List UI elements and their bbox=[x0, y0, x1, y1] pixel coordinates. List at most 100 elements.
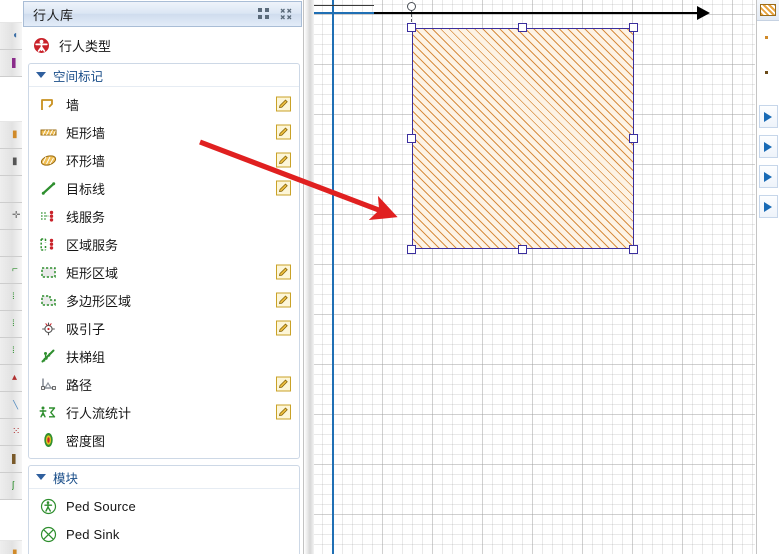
library-item-ped-flow-statistics[interactable]: 行人流统计 bbox=[29, 398, 299, 426]
property-section[interactable] bbox=[759, 105, 778, 128]
axis-y-line bbox=[332, 0, 334, 554]
resize-handle-se[interactable] bbox=[629, 245, 638, 254]
properties-panel-body bbox=[757, 21, 779, 218]
group-header[interactable]: 空间标记 bbox=[29, 64, 299, 87]
shape-fill[interactable] bbox=[412, 28, 634, 249]
strip-cell[interactable] bbox=[0, 176, 22, 203]
strip-cell[interactable]: ⁙ bbox=[0, 419, 22, 446]
chevron-down-icon[interactable] bbox=[36, 474, 46, 480]
library-item-target-line[interactable]: 目标线 bbox=[29, 174, 299, 202]
group-header[interactable]: 模块 bbox=[29, 466, 299, 489]
strip-cell[interactable]: ⁞ bbox=[0, 338, 22, 365]
edit-pencil-icon[interactable] bbox=[276, 124, 291, 140]
edit-pencil-icon[interactable] bbox=[276, 404, 291, 420]
library-item-density-map[interactable]: 密度图 bbox=[29, 426, 299, 454]
strip-cell[interactable]: ⌐ bbox=[0, 257, 22, 284]
strip-cell[interactable]: ╲ bbox=[0, 392, 22, 419]
partial-icon: ⁞ bbox=[12, 319, 15, 329]
rotation-handle[interactable] bbox=[407, 2, 416, 11]
library-item-line-service[interactable]: 线服务 bbox=[29, 202, 299, 230]
library-item-ped-sink[interactable]: Ped Sink bbox=[29, 520, 299, 548]
library-item-ped-source[interactable]: Ped Source bbox=[29, 492, 299, 520]
group-body: Ped Source Ped Sink bbox=[29, 489, 299, 554]
strip-cell[interactable]: ◖ bbox=[0, 23, 22, 50]
left-tool-strip[interactable]: ◖ ▌ ▮ ▮ ✛ ⌐ ⁞ ⁞ ⁞ ▴ ╲ ⁙ ▌ ʃ ▮ ▮ ▮ ● bbox=[0, 0, 23, 554]
chevron-right-icon[interactable] bbox=[764, 111, 772, 122]
edit-pencil-icon[interactable] bbox=[276, 152, 291, 168]
library-item-rect-area[interactable]: 矩形区域 bbox=[29, 258, 299, 286]
axis-x-guide bbox=[314, 5, 374, 6]
edit-pencil-icon[interactable] bbox=[276, 180, 291, 196]
strip-cell[interactable]: ▮ bbox=[0, 541, 22, 554]
collapse-icon[interactable] bbox=[280, 8, 292, 20]
edit-pencil-icon[interactable] bbox=[276, 376, 291, 392]
library-item-wall[interactable]: 墙 bbox=[29, 90, 299, 118]
strip-cell[interactable]: ▴ bbox=[0, 365, 22, 392]
library-item-label: 矩形墙 bbox=[66, 125, 106, 141]
strip-cell[interactable]: ▮ bbox=[0, 149, 22, 176]
wall-icon bbox=[39, 95, 57, 113]
chevron-right-icon[interactable] bbox=[764, 201, 772, 212]
library-item-label: Ped Source bbox=[66, 498, 136, 514]
library-item-label: 区域服务 bbox=[66, 237, 119, 253]
properties-icon bbox=[760, 4, 776, 16]
property-row[interactable] bbox=[765, 66, 779, 79]
property-row[interactable] bbox=[765, 31, 779, 44]
strip-cell[interactable] bbox=[0, 0, 22, 23]
strip-cell[interactable]: ⁞ bbox=[0, 311, 22, 338]
selected-rectangle-area[interactable] bbox=[407, 2, 638, 254]
library-item-attractor[interactable]: 吸引子 bbox=[29, 314, 299, 342]
strip-cell[interactable]: ʃ bbox=[0, 473, 22, 500]
strip-cell[interactable] bbox=[0, 77, 22, 122]
pedestrian-type-icon bbox=[32, 36, 50, 54]
library-item-polygon-area[interactable]: 多边形区域 bbox=[29, 286, 299, 314]
strip-cell[interactable]: ▌ bbox=[0, 446, 22, 473]
library-item-escalator-group[interactable]: 扶梯组 bbox=[29, 342, 299, 370]
partial-icon: ▮ bbox=[12, 130, 18, 140]
resize-handle-sw[interactable] bbox=[407, 245, 416, 254]
chevron-right-icon[interactable] bbox=[764, 171, 772, 182]
library-item-path[interactable]: 路径 bbox=[29, 370, 299, 398]
line-service-icon bbox=[39, 207, 57, 225]
library-item-ring-wall[interactable]: 环形墙 bbox=[29, 146, 299, 174]
resize-handle-s[interactable] bbox=[518, 245, 527, 254]
strip-cell[interactable]: ▮ bbox=[0, 122, 22, 149]
edit-pencil-icon[interactable] bbox=[276, 320, 291, 336]
resize-handle-e[interactable] bbox=[629, 134, 638, 143]
partial-icon: ⌐ bbox=[12, 265, 18, 275]
property-bullet bbox=[765, 36, 768, 39]
strip-cell[interactable]: ✛ bbox=[0, 203, 22, 230]
resize-handle-n[interactable] bbox=[518, 23, 527, 32]
strip-cell[interactable]: ⁞ bbox=[0, 284, 22, 311]
partial-icon: ▴ bbox=[12, 373, 18, 383]
resize-handle-ne[interactable] bbox=[629, 23, 638, 32]
property-section[interactable] bbox=[759, 195, 778, 218]
edit-pencil-icon[interactable] bbox=[276, 292, 291, 308]
chevron-down-icon[interactable] bbox=[36, 72, 46, 78]
pedestrian-library-panel: 行人库 行人类型 空间标记 墙 矩形墙 环形墙 目标线 线服务 区域服务 矩形区… bbox=[22, 0, 303, 554]
model-canvas[interactable]: CSDN @WSKH0929 bbox=[314, 0, 755, 554]
edit-pencil-icon[interactable] bbox=[276, 96, 291, 112]
library-item-label: 路径 bbox=[66, 377, 93, 393]
strip-cell[interactable] bbox=[0, 500, 22, 541]
property-section[interactable] bbox=[759, 135, 778, 158]
library-item-label: 行人类型 bbox=[59, 38, 112, 54]
chevron-right-icon[interactable] bbox=[764, 141, 772, 152]
library-item-label: 环形墙 bbox=[66, 153, 106, 169]
strip-cell[interactable]: ▌ bbox=[0, 50, 22, 77]
resize-handle-w[interactable] bbox=[407, 134, 416, 143]
library-item-label: 扶梯组 bbox=[66, 349, 106, 365]
edit-pencil-icon[interactable] bbox=[276, 264, 291, 280]
property-section[interactable] bbox=[759, 165, 778, 188]
library-item-label: 密度图 bbox=[66, 433, 106, 449]
library-item-area-service[interactable]: 区域服务 bbox=[29, 230, 299, 258]
resize-handle-nw[interactable] bbox=[407, 23, 416, 32]
library-item-pedestrian-type[interactable]: 行人类型 bbox=[22, 31, 303, 59]
path-icon bbox=[39, 375, 57, 393]
ped-sink-icon bbox=[39, 525, 57, 543]
library-item-label: Ped Sink bbox=[66, 526, 120, 542]
library-item-ped-go-to[interactable]: Ped Go To bbox=[29, 548, 299, 554]
grid-view-icon[interactable] bbox=[258, 8, 270, 20]
strip-cell[interactable] bbox=[0, 230, 22, 257]
library-item-rect-wall[interactable]: 矩形墙 bbox=[29, 118, 299, 146]
